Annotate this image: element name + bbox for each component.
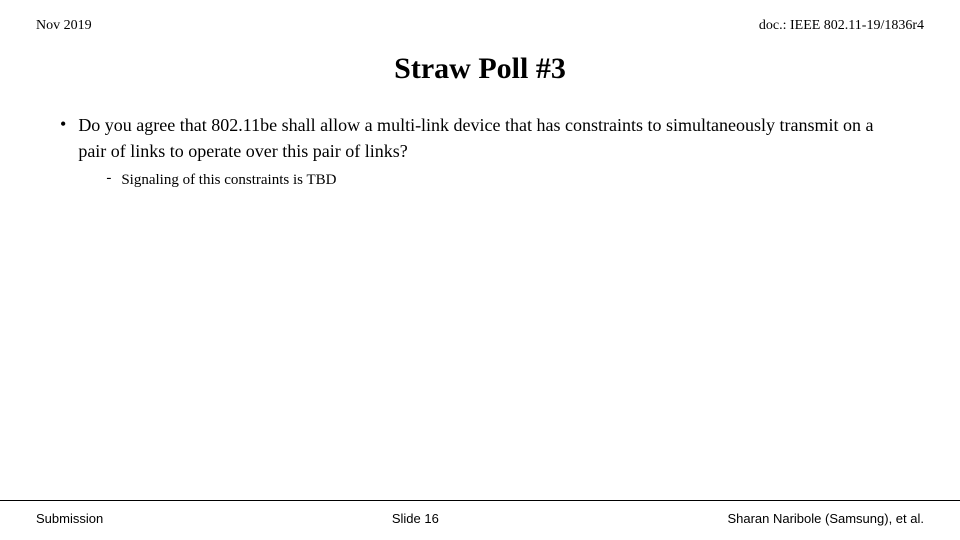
footer-author: Sharan Naribole (Samsung), et al. (727, 511, 924, 526)
bullet-dot: • (60, 114, 66, 135)
footer-slide-number: Slide 16 (392, 511, 439, 526)
footer: Submission Slide 16 Sharan Naribole (Sam… (0, 500, 960, 540)
title-section: Straw Poll #3 (0, 34, 960, 96)
bullet-item: • Do you agree that 802.11be shall allow… (60, 112, 900, 191)
header-date: Nov 2019 (36, 18, 92, 34)
sub-bullet-dash: - (106, 170, 111, 187)
header-doc-id: doc.: IEEE 802.11-19/1836r4 (759, 18, 924, 34)
bullet-text: Do you agree that 802.11be shall allow a… (78, 115, 873, 161)
content-section: • Do you agree that 802.11be shall allow… (0, 96, 960, 500)
slide-title: Straw Poll #3 (36, 52, 924, 86)
footer-submission: Submission (36, 511, 103, 526)
sub-bullet: - Signaling of this constraints is TBD (106, 170, 900, 191)
slide: Nov 2019 doc.: IEEE 802.11-19/1836r4 Str… (0, 0, 960, 540)
sub-bullet-text: Signaling of this constraints is TBD (121, 170, 336, 191)
header: Nov 2019 doc.: IEEE 802.11-19/1836r4 (0, 0, 960, 34)
